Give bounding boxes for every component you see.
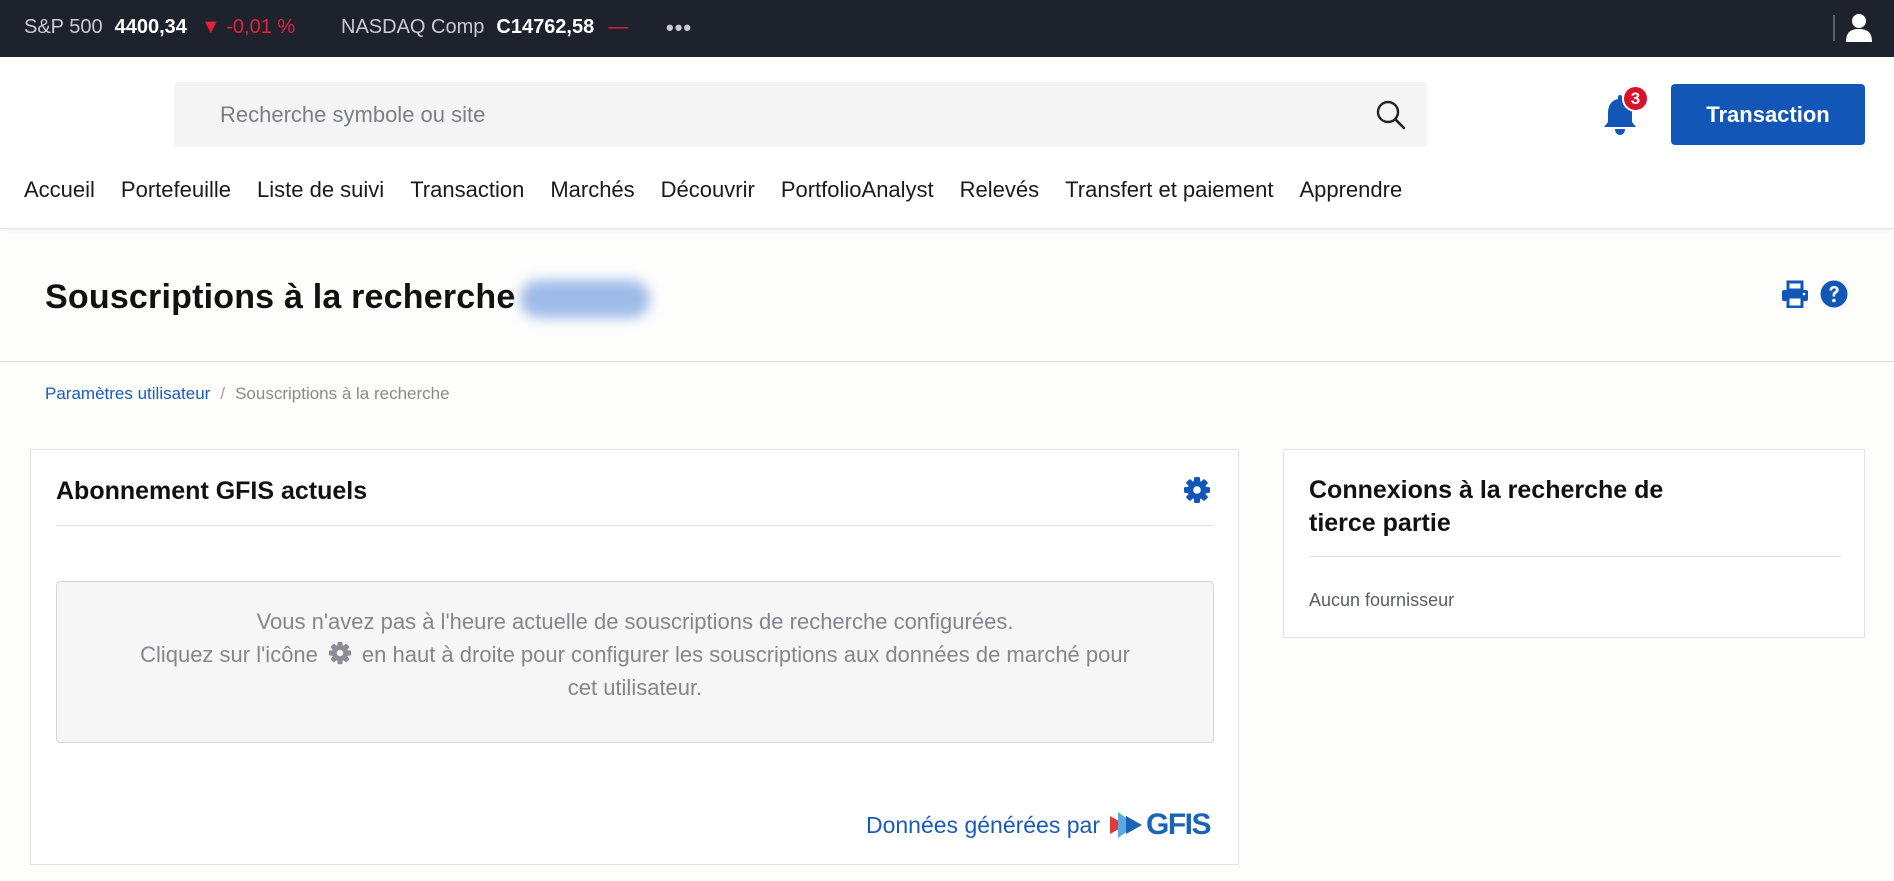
user-icon[interactable]: [1845, 13, 1873, 43]
nav-item-marches[interactable]: Marchés: [550, 177, 634, 203]
card-title: Connexions à la recherche de tierce part…: [1309, 476, 1664, 537]
empty-state-line2-end: en haut à droite pour configurer les sou…: [361, 642, 1130, 667]
header: 3 Transaction Accueil Portefeuille Liste…: [0, 57, 1894, 229]
ticker-item-sp500[interactable]: S&P 500 4400,34 ▼ -0,01 %: [24, 16, 295, 39]
ticker-name: NASDAQ Comp: [341, 16, 485, 38]
breadcrumb: Paramètres utilisateur / Souscriptions à…: [45, 384, 450, 404]
title-bar: Souscriptions à la recherche: [0, 230, 1894, 362]
empty-state-line3: cet utilisateur.: [567, 675, 703, 700]
nav-item-apprendre[interactable]: Apprendre: [1299, 177, 1402, 203]
nav-item-transfert[interactable]: Transfert et paiement: [1065, 177, 1273, 203]
empty-state-message: Vous n'avez pas à l'heure actuelle de so…: [56, 581, 1214, 743]
inline-gear-icon: [328, 641, 352, 665]
empty-state-line1: Vous n'avez pas à l'heure actuelle de so…: [256, 609, 1014, 634]
empty-state-line2-start: Cliquez sur l'icône: [140, 642, 318, 667]
nav-item-accueil[interactable]: Accueil: [24, 177, 95, 203]
ticker-value: 4400,34: [114, 16, 187, 38]
no-provider-text: Aucun fournisseur: [1309, 590, 1455, 610]
card-divider: [56, 525, 1214, 526]
page-title: Souscriptions à la recherche: [45, 278, 516, 316]
ticker-change: ▼ -0,01 %: [200, 16, 296, 38]
nav-item-liste-de-suivi[interactable]: Liste de suivi: [257, 177, 384, 203]
more-tickers-button[interactable]: •••: [666, 15, 692, 41]
breadcrumb-current: Souscriptions à la recherche: [235, 384, 450, 403]
ticker-name: S&P 500: [24, 16, 103, 38]
ticker-change: —: [608, 16, 629, 38]
card-title: Abonnement GFIS actuels: [56, 477, 368, 505]
print-icon[interactable]: [1781, 280, 1809, 308]
breadcrumb-parent-link[interactable]: Paramètres utilisateur: [45, 384, 210, 404]
help-icon[interactable]: [1820, 280, 1848, 308]
nav-item-decouvrir[interactable]: Découvrir: [661, 177, 755, 203]
nav-item-portefeuille[interactable]: Portefeuille: [121, 177, 231, 203]
search-icon[interactable]: [1375, 99, 1407, 131]
third-party-research-card: Connexions à la recherche de tierce part…: [1283, 449, 1865, 638]
search-bar: [174, 82, 1427, 147]
gfis-logo-text: GFIS: [1145, 808, 1212, 841]
ticker-item-nasdaq[interactable]: NASDAQ Comp C14762,58 —: [341, 16, 628, 39]
transaction-button[interactable]: Transaction: [1671, 84, 1865, 145]
powered-by: Données générées par GFIS: [865, 808, 1212, 842]
ticker-bar: S&P 500 4400,34 ▼ -0,01 % NASDAQ Comp C1…: [0, 0, 1894, 57]
nav-item-transaction[interactable]: Transaction: [410, 177, 524, 203]
card-divider: [1309, 556, 1841, 557]
gfis-logo[interactable]: GFIS: [1109, 808, 1212, 842]
ticker-separator: [1833, 15, 1835, 41]
account-id-redacted: [520, 280, 650, 318]
nav-item-portfolioanalyst[interactable]: PortfolioAnalyst: [781, 177, 934, 203]
gfis-subscriptions-card: Abonnement GFIS actuels Vous n'avez pas …: [30, 449, 1239, 865]
powered-by-text: Données générées par: [865, 811, 1100, 838]
gear-icon[interactable]: [1183, 476, 1211, 504]
empty-state-line2: Cliquez sur l'icône en haut à droite pou…: [57, 638, 1213, 671]
notification-badge: 3: [1622, 85, 1649, 112]
ticker-value: C14762,58: [496, 16, 595, 38]
nav-item-releves[interactable]: Relevés: [960, 177, 1039, 203]
breadcrumb-separator: /: [220, 384, 226, 403]
main-nav: Accueil Portefeuille Liste de suivi Tran…: [24, 177, 1428, 203]
search-input[interactable]: [174, 101, 1324, 128]
gfis-arrow-icon: [1109, 812, 1142, 838]
